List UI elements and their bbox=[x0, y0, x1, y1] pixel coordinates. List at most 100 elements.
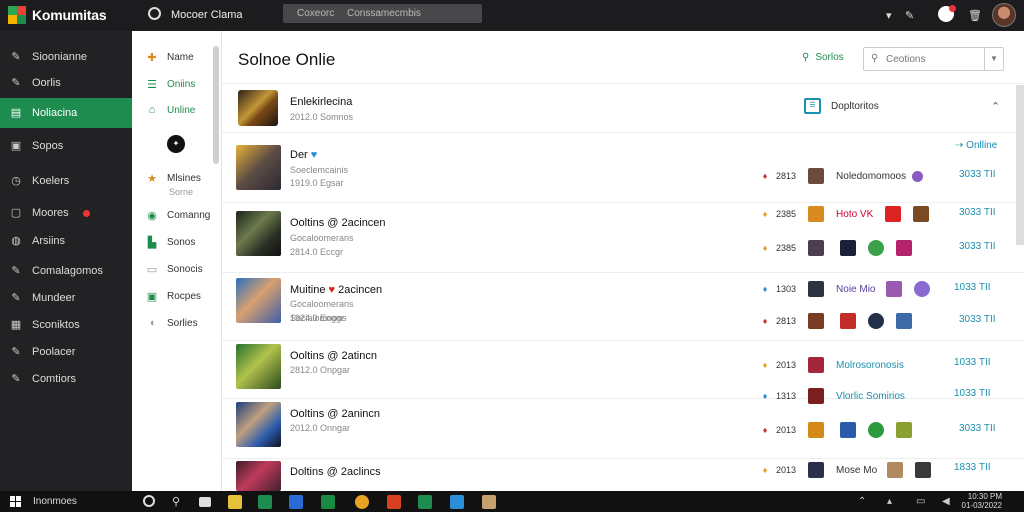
game-row[interactable]: Ooltins @ 2atincn Socialomoons 2812.0 On… bbox=[222, 313, 1024, 404]
folder-icon[interactable] bbox=[228, 495, 242, 509]
chrome-icon[interactable] bbox=[355, 495, 369, 509]
sidebar-item-label: Moores bbox=[32, 207, 69, 219]
user-avatar[interactable] bbox=[992, 3, 1016, 27]
notes-icon[interactable] bbox=[482, 495, 496, 509]
sidebar-item-7[interactable]: ◍ Arsiins bbox=[0, 227, 132, 255]
clock[interactable]: 10:30 PM 01-03/2022 bbox=[962, 492, 1002, 510]
notification-badge bbox=[82, 209, 90, 217]
subnav-label: Mlsines bbox=[167, 173, 201, 184]
game-title: Muitine ♥ 2acincen bbox=[290, 284, 382, 296]
sheets-icon[interactable] bbox=[321, 495, 335, 509]
stat-row: ♦ 2013 Mose Mo bbox=[760, 462, 932, 478]
status-circle-icon[interactable] bbox=[148, 7, 161, 20]
pin-icon[interactable]: ✎ bbox=[905, 9, 914, 22]
medal-icon: ♦ bbox=[762, 315, 768, 326]
spreadsheet-icon[interactable] bbox=[258, 495, 272, 509]
windows-start-icon[interactable] bbox=[10, 496, 21, 507]
game-time: 1919.0 Egsar bbox=[290, 178, 344, 188]
hero-icon bbox=[808, 240, 825, 256]
pdf-icon[interactable] bbox=[387, 495, 401, 509]
hero-label: Noledomomoos bbox=[836, 170, 907, 182]
sidebar-item-6[interactable]: ▢ Moores bbox=[0, 199, 132, 227]
hero-icon bbox=[808, 281, 825, 297]
search-input[interactable]: ⚲ Ceotions ▼ bbox=[863, 47, 1004, 71]
search-circle-icon[interactable] bbox=[143, 495, 155, 507]
home-icon: ⌂ bbox=[148, 104, 156, 116]
game-row[interactable]: Muitine ♥ 2acincen Gocaloomerans 1924.0 … bbox=[222, 273, 1024, 341]
page-icon: ▭ bbox=[146, 264, 158, 276]
game-row[interactable]: Doltins @ 2aclincs ♦ 2013 Mose Mo 1833 T… bbox=[222, 459, 1024, 491]
search-icon[interactable]: ⚲ bbox=[172, 495, 186, 509]
pin-icon: ✎ bbox=[11, 346, 21, 358]
volume-icon[interactable]: ◀ bbox=[942, 496, 950, 507]
top-search-input[interactable]: Coxeorc Conssamecmbis bbox=[283, 4, 482, 23]
calendar-icon[interactable] bbox=[450, 495, 464, 509]
stat-row: ♦ 2813 bbox=[760, 313, 913, 329]
delete-icon[interactable]: 🗑 bbox=[968, 9, 982, 22]
search-icon: ⚲ bbox=[871, 53, 879, 64]
game-row[interactable]: Der ♥ Soeclemcainis 1919.0 Egsar ♦ 2813 … bbox=[222, 139, 1024, 203]
stat-row: ♦ 1303 Noie Mio bbox=[760, 281, 930, 297]
subnav-scrollbar[interactable] bbox=[213, 46, 219, 164]
hero-icon bbox=[885, 281, 902, 297]
sidebar-item-8[interactable]: ✎ Comalagomos bbox=[0, 257, 132, 285]
top-title: Mocoer Clama bbox=[171, 9, 243, 21]
stat-row: ♦ 2385 Hoto VK bbox=[760, 206, 930, 222]
tier-label: 1033 TII bbox=[954, 282, 991, 293]
subnav-item-2[interactable]: ☰ Oniins bbox=[146, 78, 195, 91]
globe-icon: ◍ bbox=[11, 235, 21, 247]
sidebar-item-9[interactable]: ✎ Mundeer bbox=[0, 284, 132, 312]
tier-label: 3033 TII bbox=[959, 169, 996, 180]
profile-chip-icon[interactable] bbox=[938, 5, 956, 22]
header-card[interactable]: Enlekirlecina 2012.0 Somnos ☰ Dopltorito… bbox=[222, 83, 1024, 133]
hero-icon bbox=[896, 313, 913, 329]
sidebar-item-1[interactable]: ✎ Sioonianne bbox=[0, 43, 132, 71]
subnav-item-5[interactable]: ◉ Comanng bbox=[146, 209, 210, 222]
task-view-icon[interactable] bbox=[199, 497, 211, 507]
subnav-item-3[interactable]: ⌂ Unline bbox=[146, 104, 196, 116]
word-icon[interactable] bbox=[289, 495, 303, 509]
bomb-icon[interactable]: ✦ bbox=[167, 135, 185, 153]
sort-button[interactable]: ⚲ Sorlos bbox=[802, 52, 844, 63]
game-row[interactable]: Ooltins @ 2anincn 2012.0 Onngar ♦ 2013 3… bbox=[222, 399, 1024, 459]
sidebar-item-2[interactable]: ✎ Oorlis bbox=[0, 69, 132, 97]
filter-control[interactable]: ☰ Dopltoritos bbox=[804, 98, 879, 114]
sidebar-item-5[interactable]: ◷ Koelers bbox=[0, 167, 132, 195]
sidebar-item-label: Sconiktos bbox=[32, 319, 80, 331]
tier-label: 3033 TII bbox=[959, 207, 996, 218]
hero-icon bbox=[896, 240, 913, 256]
sidebar-item-10[interactable]: ▦ Sconiktos bbox=[0, 311, 132, 339]
main-scrollbar[interactable] bbox=[1016, 85, 1024, 245]
app-logo[interactable]: Komumitas bbox=[8, 6, 107, 24]
heart-icon: ♥ bbox=[328, 284, 336, 296]
chevron-up-icon[interactable]: ⌃ bbox=[858, 496, 866, 507]
chevron-up-icon[interactable]: ⌃ bbox=[991, 100, 1000, 113]
hero-icon bbox=[915, 462, 932, 478]
subnav-item-8[interactable]: ▣ Rocpes bbox=[146, 290, 201, 303]
chevron-down-icon[interactable]: ▼ bbox=[984, 48, 1003, 70]
medal-icon: ♦ bbox=[762, 208, 768, 219]
tier-label: 3033 TII bbox=[959, 423, 996, 434]
app-name: Komumitas bbox=[32, 7, 107, 23]
hero-icon bbox=[808, 206, 825, 222]
sidebar-item-active[interactable]: ▤ Noliacina bbox=[0, 98, 139, 128]
subnav-item-1[interactable]: ✚ Name bbox=[146, 51, 193, 64]
sidebar-item-11[interactable]: ✎ Poolacer bbox=[0, 338, 132, 366]
sidebar-item-12[interactable]: ✎ Comtiors bbox=[0, 365, 132, 393]
subnav-item-7[interactable]: ▭ Sonocis bbox=[146, 263, 203, 276]
game-row[interactable]: Ooltins @ 2acincen Gocaloomerans 2814.0 … bbox=[222, 203, 1024, 273]
lines-icon: ☰ bbox=[147, 79, 157, 91]
subnav-item-9[interactable]: ◖ Sorlies bbox=[146, 317, 198, 329]
subnav-item-6[interactable]: ▙ Sonos bbox=[146, 236, 196, 249]
dropdown-arrow-icon[interactable]: ▾ bbox=[886, 9, 892, 22]
hero-icon bbox=[808, 357, 825, 373]
top-search-right: Conssamecmbis bbox=[347, 8, 421, 19]
store-icon[interactable] bbox=[418, 495, 432, 509]
subnav-item-4[interactable]: ★ Mlsines bbox=[146, 172, 201, 185]
network-icon[interactable]: ▴ bbox=[887, 496, 892, 507]
sidebar-item-4[interactable]: ▣ Sopos bbox=[0, 132, 132, 160]
monitor-icon[interactable]: ▭ bbox=[916, 496, 925, 507]
game-subtitle: Soeclemcainis bbox=[290, 165, 349, 175]
hero-icon bbox=[868, 313, 885, 329]
filter-icon: ☰ bbox=[804, 98, 821, 114]
